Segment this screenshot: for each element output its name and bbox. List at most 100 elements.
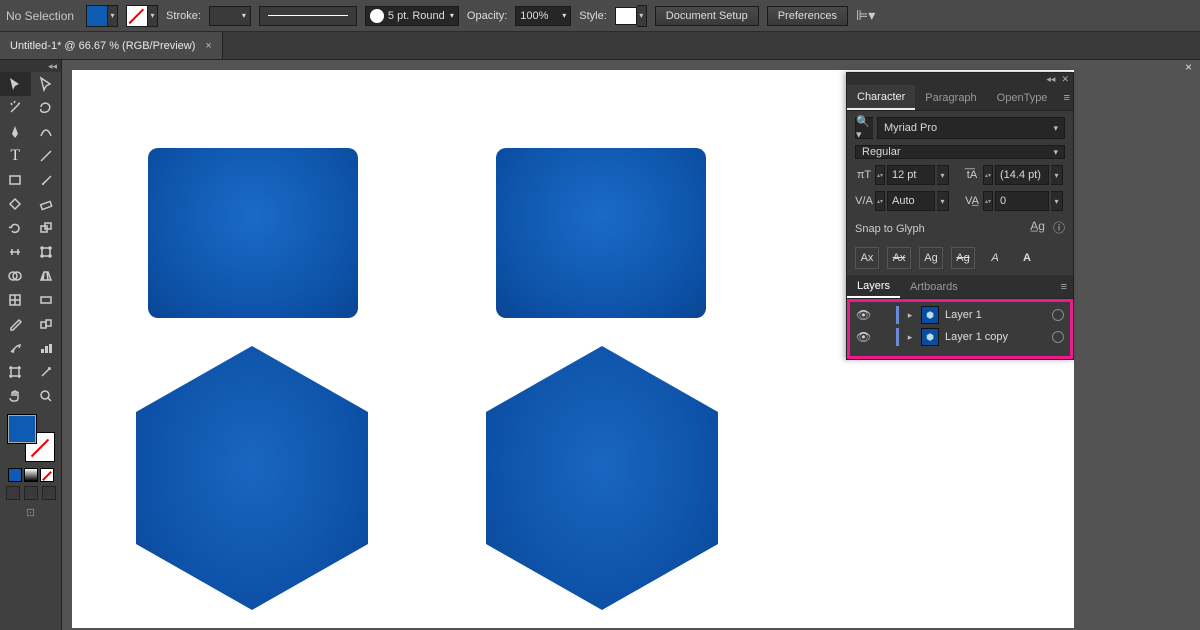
blend-tool[interactable] xyxy=(31,312,62,336)
graphic-style-swatch[interactable]: ▾ xyxy=(615,5,647,27)
target-icon[interactable] xyxy=(1052,309,1064,321)
color-mode-row xyxy=(0,468,61,482)
font-size-stepper[interactable]: ▴▾ xyxy=(875,165,885,185)
tracking-stepper[interactable]: ▴▾ xyxy=(983,191,993,211)
type-tool[interactable]: T xyxy=(0,144,31,168)
snap-baseline[interactable]: Ax xyxy=(855,247,879,269)
fill-swatch[interactable]: ▾ xyxy=(86,5,118,27)
stroke-weight-dropdown[interactable] xyxy=(209,6,251,26)
font-style-dropdown[interactable]: Regular xyxy=(855,145,1065,159)
free-transform-tool[interactable] xyxy=(31,240,62,264)
font-size-dropdown[interactable]: ▾ xyxy=(937,165,949,185)
hexagon-shape[interactable] xyxy=(486,346,718,610)
hand-tool[interactable] xyxy=(0,384,31,408)
gradient-tool[interactable] xyxy=(31,288,62,312)
layer-row[interactable]: 👁 ▸ ⬢ Layer 1 copy xyxy=(850,326,1070,348)
document-setup-button[interactable]: Document Setup xyxy=(655,6,759,26)
width-tool[interactable] xyxy=(0,240,31,264)
selection-tool[interactable] xyxy=(0,72,31,96)
direct-selection-tool[interactable] xyxy=(31,72,62,96)
perspective-grid-tool[interactable] xyxy=(31,264,62,288)
scale-tool[interactable] xyxy=(31,216,62,240)
kerning-dropdown[interactable]: ▾ xyxy=(937,191,949,211)
shaper-tool[interactable] xyxy=(0,192,31,216)
snap-angular[interactable]: A xyxy=(1015,247,1039,269)
target-icon[interactable] xyxy=(1052,331,1064,343)
line-tool[interactable] xyxy=(31,144,62,168)
rectangle-tool[interactable] xyxy=(0,168,31,192)
preferences-button[interactable]: Preferences xyxy=(767,6,848,26)
artboard-tool[interactable] xyxy=(0,360,31,384)
stroke-swatch[interactable]: ▾ xyxy=(126,5,158,27)
font-family-dropdown[interactable]: Myriad Pro xyxy=(877,117,1065,139)
eraser-tool[interactable] xyxy=(31,192,62,216)
stroke-profile-dropdown[interactable]: 5 pt. Round xyxy=(365,6,459,26)
expand-icon[interactable]: ▸ xyxy=(905,332,915,343)
draw-inside[interactable] xyxy=(42,486,56,500)
screen-mode-icon[interactable]: ⊡ xyxy=(0,506,61,519)
zoom-tool[interactable] xyxy=(31,384,62,408)
align-icon[interactable]: ⊫▾ xyxy=(856,7,875,24)
shape-builder-tool[interactable] xyxy=(0,264,31,288)
rounded-rectangle-shape[interactable] xyxy=(148,148,358,318)
color-mode-solid[interactable] xyxy=(8,468,22,482)
hexagon-shape[interactable] xyxy=(136,346,368,610)
tab-opentype[interactable]: OpenType xyxy=(987,85,1058,110)
lasso-tool[interactable] xyxy=(31,96,62,120)
artboard[interactable]: ◂◂ ✕ Character Paragraph OpenType ≡ 🔍▾ My… xyxy=(72,70,1074,628)
panel-collapse-bar[interactable]: ◂◂ ✕ xyxy=(847,73,1073,85)
tab-paragraph[interactable]: Paragraph xyxy=(915,85,986,110)
column-graph-tool[interactable] xyxy=(31,336,62,360)
panel-menu-icon[interactable]: ≡ xyxy=(1057,92,1075,104)
snap-descender[interactable]: Ag xyxy=(951,247,975,269)
expand-icon[interactable]: ▸ xyxy=(905,310,915,321)
leading-stepper[interactable]: ▴▾ xyxy=(983,165,993,185)
collapse-icon[interactable]: ◂◂ xyxy=(1046,74,1055,85)
color-mode-gradient[interactable] xyxy=(24,468,38,482)
rotate-tool[interactable] xyxy=(0,216,31,240)
panel-close-icon[interactable]: ✕ xyxy=(1061,74,1069,85)
font-search-icon[interactable]: 🔍▾ xyxy=(855,117,873,139)
tracking-dropdown[interactable]: ▾ xyxy=(1051,191,1063,211)
opacity-field[interactable]: 100% xyxy=(515,6,571,26)
tracking-field[interactable]: 0 xyxy=(995,191,1049,211)
glyph-bounds-icon[interactable]: A̲g xyxy=(1030,219,1045,236)
tab-artboards[interactable]: Artboards xyxy=(900,275,968,298)
tab-character[interactable]: Character xyxy=(847,85,915,110)
color-mode-none[interactable] xyxy=(40,468,54,482)
rounded-rectangle-shape[interactable] xyxy=(496,148,706,318)
draw-behind[interactable] xyxy=(24,486,38,500)
pen-tool[interactable] xyxy=(0,120,31,144)
kerning-stepper[interactable]: ▴▾ xyxy=(875,191,885,211)
symbol-sprayer-tool[interactable] xyxy=(0,336,31,360)
tab-layers[interactable]: Layers xyxy=(847,275,900,298)
toolbox-collapse[interactable]: ◂◂ xyxy=(0,60,61,72)
fill-color-swatch[interactable] xyxy=(7,414,37,444)
layer-name[interactable]: Layer 1 xyxy=(945,309,1046,321)
canvas-close-icon[interactable]: × xyxy=(1185,60,1192,74)
snap-xheight[interactable]: Ax xyxy=(887,247,911,269)
leading-field[interactable]: (14.4 pt) xyxy=(995,165,1049,185)
layer-name[interactable]: Layer 1 copy xyxy=(945,331,1046,343)
leading-dropdown[interactable]: ▾ xyxy=(1051,165,1063,185)
draw-normal[interactable] xyxy=(6,486,20,500)
curvature-tool[interactable] xyxy=(31,120,62,144)
document-tab[interactable]: Untitled-1* @ 66.67 % (RGB/Preview) × xyxy=(0,32,223,59)
snap-proximity-a[interactable]: A xyxy=(983,247,1007,269)
magic-wand-tool[interactable] xyxy=(0,96,31,120)
visibility-icon[interactable]: 👁 xyxy=(856,308,870,322)
layer-row[interactable]: 👁 ▸ ⬢ Layer 1 xyxy=(850,304,1070,326)
snap-glyph-bounds[interactable]: Ag xyxy=(919,247,943,269)
mesh-tool[interactable] xyxy=(0,288,31,312)
slice-tool[interactable] xyxy=(31,360,62,384)
close-icon[interactable]: × xyxy=(205,40,211,52)
kerning-field[interactable]: Auto xyxy=(887,191,935,211)
info-icon[interactable]: ⓘ xyxy=(1053,219,1065,236)
layers-menu-icon[interactable]: ≡ xyxy=(1055,281,1073,293)
font-size-field[interactable]: 12 pt xyxy=(887,165,935,185)
visibility-icon[interactable]: 👁 xyxy=(856,330,870,344)
paintbrush-tool[interactable] xyxy=(31,168,62,192)
fill-stroke-swatch[interactable] xyxy=(7,414,55,462)
stroke-dash-preview[interactable] xyxy=(259,6,357,26)
eyedropper-tool[interactable] xyxy=(0,312,31,336)
